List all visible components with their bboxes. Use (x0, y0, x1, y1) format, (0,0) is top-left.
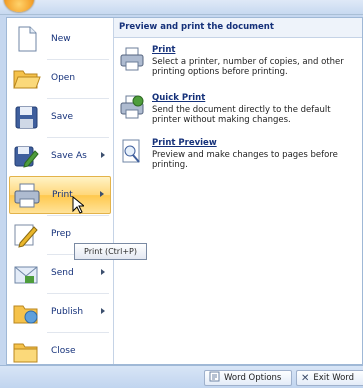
menu-item-label: Save As (51, 151, 87, 161)
office-menu: New Open Save Save As Print Prep Send Pu… (6, 17, 363, 365)
word-options-label: Word Options (224, 373, 282, 383)
print-submenu: Preview and print the document Print Sel… (114, 18, 362, 364)
menu-command-list: New Open Save Save As Print Prep Send Pu… (7, 18, 114, 364)
open-folder-icon (11, 63, 41, 93)
submenu-item-print-preview[interactable]: Print Preview Preview and make changes t… (118, 138, 358, 170)
submenu-arrow-icon (101, 269, 105, 275)
submenu-item-description: Preview and make changes to pages before… (152, 150, 338, 170)
menu-item-close[interactable]: Close (9, 333, 111, 369)
exit-word-label: Exit Word (313, 373, 355, 383)
new-document-icon (11, 24, 41, 54)
menu-item-label: Print (52, 190, 73, 200)
quick-print-icon (118, 93, 146, 121)
menu-item-label: Close (51, 346, 76, 356)
publish-icon (11, 297, 41, 327)
submenu-item-title: Print (152, 45, 176, 55)
submenu-arrow-icon (101, 308, 105, 314)
save-as-icon (11, 141, 41, 171)
menu-item-save-as[interactable]: Save As (9, 138, 111, 174)
submenu-arrow-icon (101, 152, 105, 158)
menu-item-print[interactable]: Print (9, 176, 111, 214)
exit-word-button[interactable]: ✕ Exit Word (296, 370, 363, 386)
prepare-pencil-icon (11, 219, 41, 249)
menu-item-label: Save (51, 112, 74, 122)
submenu-item-description: Select a printer, number of copies, and … (152, 57, 344, 77)
submenu-header-title: Preview and print the document (119, 22, 274, 32)
submenu-item-title: Quick Print (152, 93, 206, 103)
save-disk-icon (11, 102, 41, 132)
options-icon (209, 371, 220, 385)
menu-footer: Word Options ✕ Exit Word (0, 365, 363, 388)
exit-x-icon: ✕ (301, 372, 310, 384)
menu-item-send[interactable]: Send (9, 255, 111, 291)
send-icon (11, 258, 41, 288)
print-tooltip: Print (Ctrl+P) (74, 243, 147, 260)
submenu-item-quick-print[interactable]: Quick Print Send the document directly t… (118, 93, 358, 125)
printer-icon (118, 45, 146, 73)
menu-item-label: Prep (51, 229, 72, 239)
menu-item-label: Send (51, 268, 74, 278)
mouse-cursor-icon (72, 195, 86, 217)
submenu-header: Preview and print the document (114, 18, 362, 38)
close-folder-icon (11, 336, 41, 366)
submenu-item-title: Print Preview (152, 138, 217, 148)
menu-item-label: New (51, 34, 71, 44)
print-preview-icon (118, 138, 146, 166)
menu-item-open[interactable]: Open (9, 60, 111, 96)
menu-item-save[interactable]: Save (9, 99, 111, 135)
submenu-arrow-icon (100, 191, 104, 197)
printer-icon (12, 180, 42, 210)
menu-item-label: Open (51, 73, 76, 83)
office-menu-frame: New Open Save Save As Print Prep Send Pu… (0, 0, 363, 388)
menu-item-label: Publish (51, 307, 84, 317)
word-options-button[interactable]: Word Options (204, 370, 292, 386)
submenu-item-description: Send the document directly to the defaul… (152, 105, 331, 125)
tooltip-text: Print (Ctrl+P) (84, 247, 137, 256)
submenu-item-print[interactable]: Print Select a printer, number of copies… (118, 45, 358, 77)
menu-item-publish[interactable]: Publish (9, 294, 111, 330)
menu-item-new[interactable]: New (9, 21, 111, 57)
title-strip (0, 0, 363, 15)
